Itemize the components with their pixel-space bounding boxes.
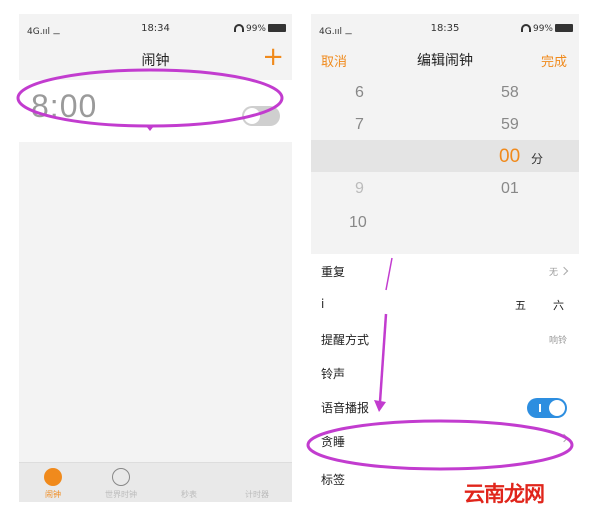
hour-option[interactable]: 7 — [355, 116, 364, 134]
wifi-icon — [520, 24, 531, 32]
chevron-right-icon — [559, 266, 569, 276]
tab-timer[interactable]: 计时器 — [223, 463, 291, 502]
edit-alarm-screen: 4G.ııl 𝍠 18:35 99% 取消 编辑闹钟 完成 6 7 9 10 5… — [311, 14, 579, 502]
reminder-value: 响铃 — [548, 336, 567, 346]
snooze-row[interactable]: 贪睡 — [311, 424, 579, 458]
snooze-value — [558, 433, 569, 445]
nav-bar: 闹钟 + — [19, 42, 292, 76]
hour-option[interactable]: 9 — [355, 180, 364, 198]
repeat-label: 重复 — [321, 265, 346, 279]
snooze-label: 贪睡 — [321, 435, 346, 449]
toggle-on-mark — [539, 404, 541, 412]
tab-label: 计时器 — [245, 490, 269, 499]
battery-icon — [555, 24, 573, 32]
time-picker[interactable]: 6 7 9 10 58 59 00 分 01 — [311, 78, 579, 250]
battery-percent: 99% — [245, 24, 266, 34]
tab-world-clock[interactable]: 世界时钟 — [87, 463, 155, 502]
tab-label: 秒表 — [181, 490, 197, 499]
reminder-row[interactable]: 提醒方式 响铃 — [311, 322, 579, 356]
page-title: 闹钟 — [141, 53, 170, 69]
alarm-toggle[interactable] — [242, 106, 280, 126]
day-fri[interactable]: 五 — [515, 297, 526, 313]
hour-option[interactable]: 10 — [349, 214, 367, 232]
status-bar: 4G.ııl 𝍠 18:34 99% — [19, 14, 292, 42]
selected-minute[interactable]: 00 — [499, 146, 520, 168]
done-button[interactable]: 完成 — [541, 51, 567, 70]
tab-bar: 闹钟 世界时钟 秒表 计时器 — [19, 462, 292, 502]
tab-stopwatch[interactable]: 秒表 — [155, 463, 223, 502]
nav-bar: 取消 编辑闹钟 完成 — [311, 42, 579, 76]
tab-alarm[interactable]: 闹钟 — [19, 463, 87, 502]
tab-label: 闹钟 — [45, 490, 61, 499]
wifi-icon — [233, 24, 244, 32]
add-alarm-button[interactable]: + — [262, 42, 284, 72]
battery-percent: 99% — [532, 24, 553, 34]
alarm-list-screen: 4G.ııl 𝍠 18:34 99% 闹钟 + 8:00 闹钟 世界时钟 秒表 … — [19, 14, 292, 502]
alarm-icon — [44, 468, 62, 486]
tag-label: 标签 — [321, 473, 346, 487]
weekday-row[interactable]: i 五 六 — [311, 288, 579, 322]
alarm-item[interactable]: 8:00 — [19, 80, 292, 142]
minute-option[interactable]: 58 — [501, 84, 519, 102]
page-title: 编辑闹钟 — [417, 53, 473, 69]
voice-toggle[interactable] — [527, 398, 567, 418]
toggle-knob — [244, 108, 260, 124]
hour-option[interactable]: 6 — [355, 84, 364, 102]
tab-label: 世界时钟 — [105, 490, 137, 499]
minute-option[interactable]: 59 — [501, 116, 519, 134]
alarm-time: 8:00 — [31, 88, 98, 124]
minute-unit: 分 — [531, 152, 544, 166]
toggle-knob — [549, 400, 565, 416]
repeat-value-text: 无 — [548, 268, 558, 278]
reminder-label: 提醒方式 — [321, 333, 370, 347]
battery-icon — [268, 24, 286, 32]
ringtone-label: 铃声 — [321, 367, 346, 381]
status-bar: 4G.ııl 𝍠 18:35 99% — [311, 14, 579, 42]
battery-indicator: 99% — [520, 24, 573, 34]
globe-icon — [112, 468, 130, 486]
chevron-right-icon — [559, 433, 569, 443]
alarm-settings: 重复 无 i 五 六 提醒方式 响铃 铃声 语音播报 贪睡 标签 — [311, 254, 579, 502]
repeat-value: 无 — [548, 265, 569, 278]
battery-indicator: 99% — [233, 24, 286, 34]
ringtone-row[interactable]: 铃声 — [311, 356, 579, 390]
day-sat[interactable]: 六 — [553, 297, 564, 313]
minute-option[interactable]: 01 — [501, 180, 519, 198]
repeat-row[interactable]: 重复 无 — [311, 254, 579, 288]
voice-row: 语音播报 — [311, 390, 579, 424]
stopwatch-icon — [180, 468, 198, 486]
weekday-label: i — [321, 297, 325, 311]
timer-icon — [248, 468, 266, 486]
watermark-logo: 云南龙网 — [464, 482, 545, 506]
voice-label: 语音播报 — [321, 401, 370, 415]
